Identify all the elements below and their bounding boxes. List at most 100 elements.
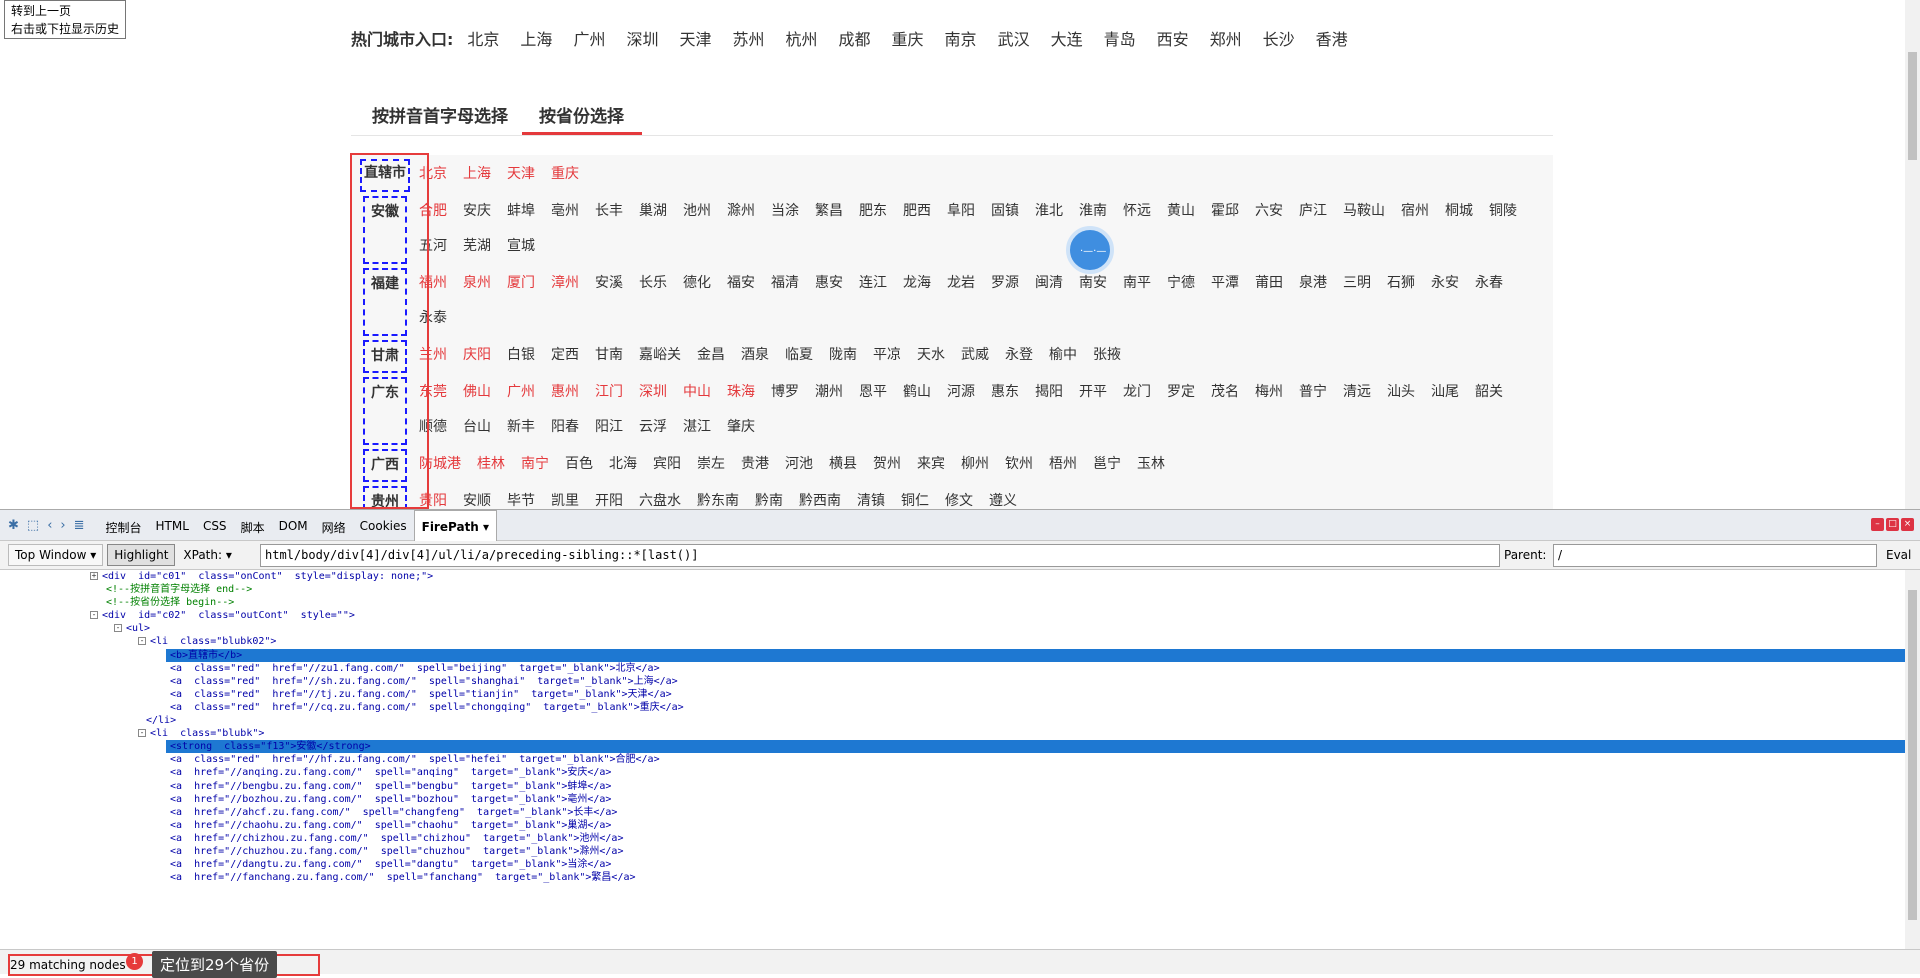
city-link[interactable]: 平潭 [1211, 266, 1239, 301]
city-link[interactable]: 惠东 [991, 375, 1019, 410]
city-link[interactable]: 马鞍山 [1343, 194, 1385, 229]
source-line[interactable]: + <div id="c01" class="onCont" style="dis… [0, 570, 1905, 583]
hot-city-link[interactable]: 武汉 [998, 26, 1030, 50]
city-link[interactable]: 长丰 [595, 194, 623, 229]
city-link-featured[interactable]: 合肥 [419, 194, 447, 229]
city-link[interactable]: 潮州 [815, 375, 843, 410]
city-link[interactable]: 泉港 [1299, 266, 1327, 301]
city-link-featured[interactable]: 珠海 [727, 375, 755, 410]
city-link[interactable]: 龙海 [903, 266, 931, 301]
city-link[interactable]: 新丰 [507, 410, 535, 445]
highlight-button[interactable]: Highlight [107, 544, 176, 566]
floating-assistant-icon[interactable]: ·—·— [1066, 226, 1114, 274]
city-link-featured[interactable]: 漳州 [551, 266, 579, 301]
source-line[interactable]: <a href="//anqing.zu.fang.com/" spell="a… [0, 766, 1905, 779]
source-line[interactable]: <a href="//fanchang.zu.fang.com/" spell=… [0, 871, 1905, 884]
source-line[interactable]: <a href="//chuzhou.zu.fang.com/" spell="… [0, 845, 1905, 858]
source-line[interactable]: <!--按拼音首字母选择 end--> [0, 583, 1905, 596]
city-link[interactable]: 莆田 [1255, 266, 1283, 301]
city-link[interactable]: 永泰 [419, 301, 447, 336]
city-link[interactable]: 肥东 [859, 194, 887, 229]
hot-city-link[interactable]: 苏州 [732, 26, 764, 50]
tab-pinyin[interactable]: 按拼音首字母选择 [372, 102, 508, 127]
city-link[interactable]: 繁昌 [815, 194, 843, 229]
city-link[interactable]: 当涂 [771, 194, 799, 229]
city-link-featured[interactable]: 东莞 [419, 375, 447, 410]
firebug-tab[interactable]: CSS [196, 510, 234, 541]
city-link[interactable]: 安溪 [595, 266, 623, 301]
city-link[interactable]: 酒泉 [741, 338, 769, 373]
city-link-featured[interactable]: 江门 [595, 375, 623, 410]
city-link[interactable]: 淮北 [1035, 194, 1063, 229]
city-link[interactable]: 台山 [463, 410, 491, 445]
city-link[interactable]: 北海 [609, 447, 637, 482]
city-link[interactable]: 凯里 [551, 484, 579, 509]
city-link[interactable]: 茂名 [1211, 375, 1239, 410]
page-scrollbar[interactable] [1905, 0, 1920, 509]
source-line[interactable]: <a class="red" href="//zu1.fang.com/" sp… [0, 662, 1905, 675]
source-line[interactable]: <a class="red" href="//sh.zu.fang.com/" … [0, 675, 1905, 688]
city-link[interactable]: 韶关 [1475, 375, 1503, 410]
city-link[interactable]: 罗定 [1167, 375, 1195, 410]
source-line[interactable]: - <li class="blubk"> [0, 727, 1905, 740]
source-line[interactable]: <a class="red" href="//cq.zu.fang.com/" … [0, 701, 1905, 714]
hot-city-link[interactable]: 天津 [679, 26, 711, 50]
city-link[interactable]: 宿州 [1401, 194, 1429, 229]
city-link[interactable]: 惠安 [815, 266, 843, 301]
city-link[interactable]: 六盘水 [639, 484, 681, 509]
city-link[interactable]: 鹤山 [903, 375, 931, 410]
hot-city-link[interactable]: 青岛 [1104, 26, 1136, 50]
city-link[interactable]: 天水 [917, 338, 945, 373]
city-link[interactable]: 永安 [1431, 266, 1459, 301]
city-link[interactable]: 钦州 [1005, 447, 1033, 482]
hot-city-link[interactable]: 南京 [945, 26, 977, 50]
hot-city-link[interactable]: 杭州 [786, 26, 818, 50]
tab-province[interactable]: 按省份选择 [539, 102, 624, 127]
city-link[interactable]: 河源 [947, 375, 975, 410]
city-link[interactable]: 黔西南 [799, 484, 841, 509]
city-link[interactable]: 黔东南 [697, 484, 739, 509]
city-link[interactable]: 安庆 [463, 194, 491, 229]
detach-icon[interactable]: □ [1886, 518, 1899, 531]
city-link[interactable]: 武威 [961, 338, 989, 373]
city-link-featured[interactable]: 惠州 [551, 375, 579, 410]
firebug-tab[interactable]: Cookies [353, 510, 414, 541]
hot-city-link[interactable]: 郑州 [1210, 26, 1242, 50]
source-line[interactable]: <a href="//bozhou.zu.fang.com/" spell="b… [0, 793, 1905, 806]
city-link[interactable]: 永登 [1005, 338, 1033, 373]
collapse-icon[interactable]: - [90, 611, 98, 620]
city-link-featured[interactable]: 佛山 [463, 375, 491, 410]
city-link[interactable]: 龙门 [1123, 375, 1151, 410]
expand-icon[interactable]: + [90, 572, 98, 580]
city-link[interactable]: 玉林 [1137, 447, 1165, 482]
city-link[interactable]: 崇左 [697, 447, 725, 482]
collapse-icon[interactable]: - [114, 624, 122, 633]
city-link[interactable]: 黔南 [755, 484, 783, 509]
back-arrow-icon[interactable]: ‹ [47, 518, 52, 533]
city-link[interactable]: 永春 [1475, 266, 1503, 301]
city-link-featured[interactable]: 中山 [683, 375, 711, 410]
source-line[interactable]: <a href="//dangtu.zu.fang.com/" spell="d… [0, 858, 1905, 871]
city-link[interactable]: 黄山 [1167, 194, 1195, 229]
city-link[interactable]: 宁德 [1167, 266, 1195, 301]
city-link[interactable]: 甘南 [595, 338, 623, 373]
city-link[interactable]: 龙岩 [947, 266, 975, 301]
parent-input[interactable]: / [1553, 544, 1877, 567]
city-link[interactable]: 福清 [771, 266, 799, 301]
city-link-featured[interactable]: 庆阳 [463, 338, 491, 373]
city-link[interactable]: 遵义 [989, 484, 1017, 509]
city-link[interactable]: 云浮 [639, 410, 667, 445]
city-link[interactable]: 五河 [419, 229, 447, 264]
city-link-featured[interactable]: 厦门 [507, 266, 535, 301]
city-link[interactable]: 庐江 [1299, 194, 1327, 229]
city-link[interactable]: 临夏 [785, 338, 813, 373]
city-link-featured[interactable]: 北京 [419, 157, 447, 192]
city-link[interactable]: 阳春 [551, 410, 579, 445]
source-line[interactable]: <strong class="f13">安徽</strong> [166, 740, 1905, 754]
city-link[interactable]: 柳州 [961, 447, 989, 482]
city-link[interactable]: 嘉峪关 [639, 338, 681, 373]
source-line[interactable]: <b>直辖市</b> [166, 648, 1905, 662]
city-link-featured[interactable]: 上海 [463, 157, 491, 192]
city-link-featured[interactable]: 深圳 [639, 375, 667, 410]
city-link[interactable]: 芜湖 [463, 229, 491, 264]
